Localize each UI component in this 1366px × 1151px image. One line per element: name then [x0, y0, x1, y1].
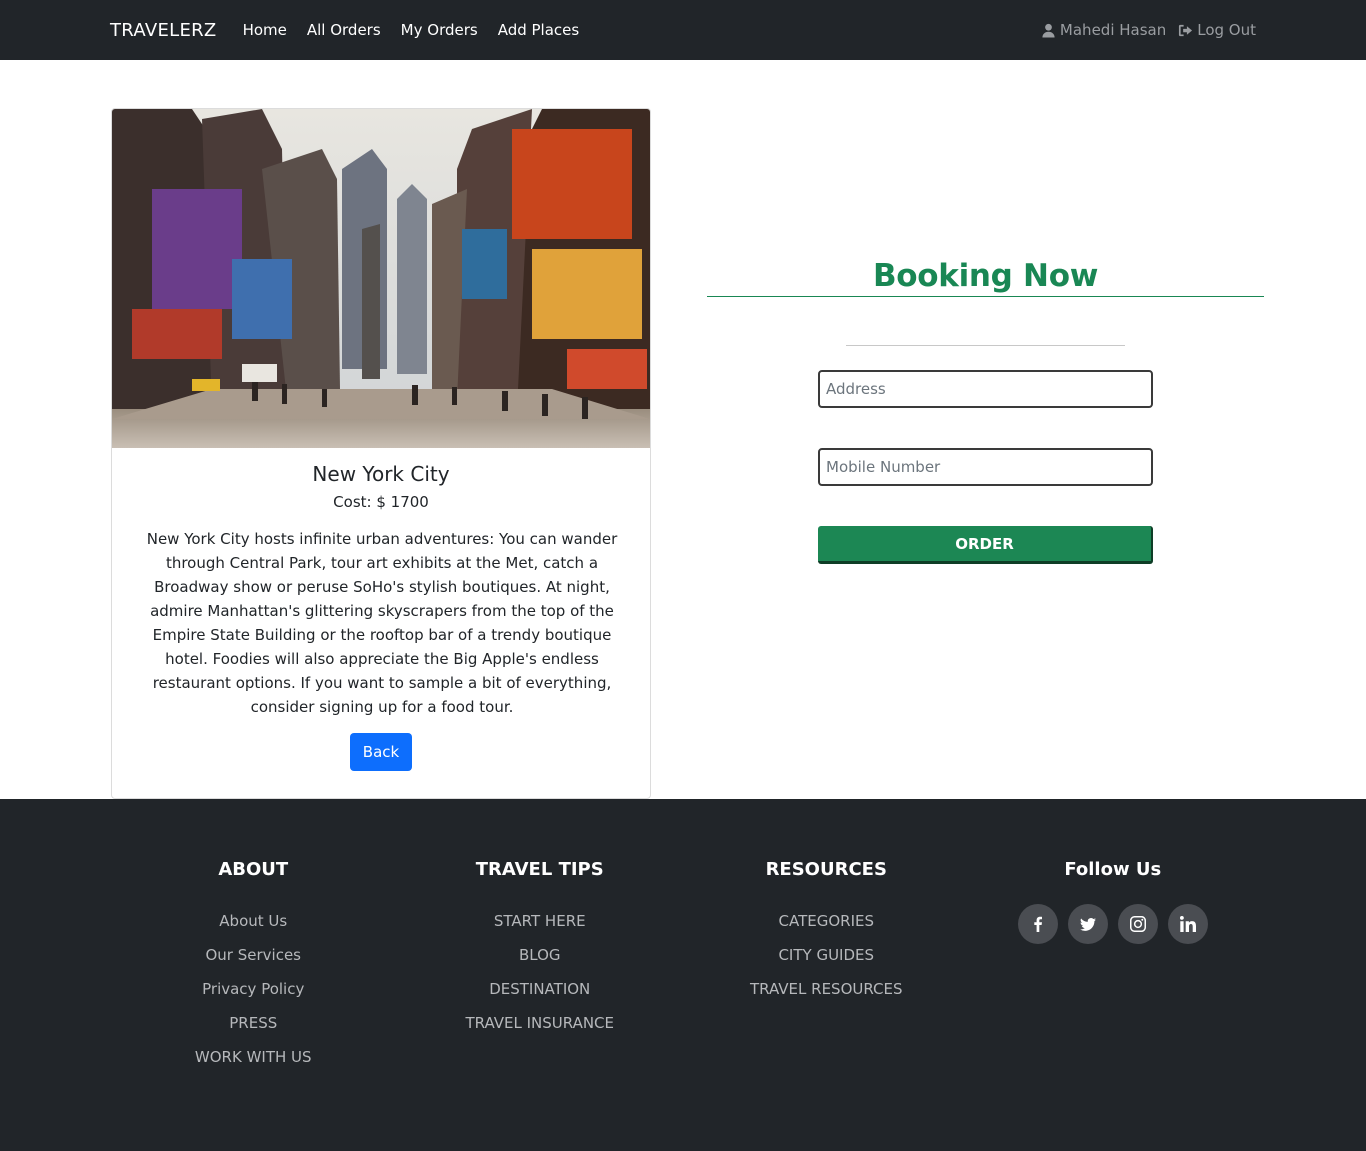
order-button[interactable]: ORDER — [818, 526, 1153, 564]
footer-follow-heading: Follow Us — [1064, 859, 1162, 880]
linkedin-icon[interactable] — [1167, 904, 1208, 944]
user-icon — [1042, 23, 1055, 38]
site-footer: ABOUT About Us Our Services Privacy Poli… — [0, 799, 1366, 1151]
place-card: New York City Cost: $ 1700 New York City… — [111, 108, 651, 799]
footer-link-travel-resources[interactable]: TRAVEL RESOURCES — [683, 972, 970, 1006]
back-button[interactable]: Back — [349, 733, 413, 771]
footer-link-city-guides[interactable]: CITY GUIDES — [683, 938, 970, 972]
booking-divider — [846, 345, 1125, 346]
input-spacer — [707, 408, 1264, 448]
footer-travel-tips-heading: TRAVEL TIPS — [475, 859, 604, 880]
address-input[interactable] — [818, 370, 1153, 408]
footer-link-destination[interactable]: DESTINATION — [397, 972, 684, 1006]
footer-travel-tips-list: START HERE BLOG DESTINATION TRAVEL INSUR… — [397, 904, 684, 1040]
user-name[interactable]: Mahedi Hasan — [1041, 21, 1166, 39]
place-cost: Cost: $ 1700 — [333, 493, 429, 511]
twitter-icon[interactable] — [1067, 904, 1108, 944]
footer-resources-heading: RESOURCES — [765, 859, 887, 880]
logout-label: Log Out — [1197, 21, 1256, 39]
footer-link-privacy-policy[interactable]: Privacy Policy — [110, 972, 397, 1006]
footer-link-press[interactable]: PRESS — [110, 1006, 397, 1040]
footer-about-column: ABOUT About Us Our Services Privacy Poli… — [110, 799, 397, 1151]
nav-my-orders-link[interactable]: My Orders — [401, 21, 478, 39]
footer-about-list: About Us Our Services Privacy Policy PRE… — [110, 904, 397, 1074]
place-image — [112, 109, 650, 448]
footer-follow-column: Follow Us — [970, 799, 1257, 1151]
booking-title: Booking Now — [707, 258, 1264, 297]
main-content: New York City Cost: $ 1700 New York City… — [0, 60, 1366, 799]
footer-resources-column: RESOURCES CATEGORIES CITY GUIDES TRAVEL … — [683, 799, 970, 1151]
social-links — [970, 904, 1257, 944]
footer-link-work-with-us[interactable]: WORK WITH US — [110, 1040, 397, 1074]
nav-home-link[interactable]: Home — [243, 21, 287, 39]
footer-link-categories[interactable]: CATEGORIES — [683, 904, 970, 938]
facebook-icon[interactable] — [1017, 904, 1058, 944]
logout-button[interactable]: Log Out — [1178, 21, 1256, 39]
place-description: New York City hosts infinite urban adven… — [146, 530, 618, 716]
place-title: New York City — [312, 462, 450, 486]
mobile-number-input[interactable] — [818, 448, 1153, 486]
footer-link-blog[interactable]: BLOG — [397, 938, 684, 972]
footer-link-start-here[interactable]: START HERE — [397, 904, 684, 938]
footer-travel-tips-column: TRAVEL TIPS START HERE BLOG DESTINATION … — [397, 799, 684, 1151]
nav-add-places-link[interactable]: Add Places — [498, 21, 580, 39]
footer-resources-list: CATEGORIES CITY GUIDES TRAVEL RESOURCES — [683, 904, 970, 1006]
brand-logo[interactable]: TRAVELERZ — [110, 20, 217, 41]
footer-link-our-services[interactable]: Our Services — [110, 938, 397, 972]
top-navbar: TRAVELERZ Home All Orders My Orders Add … — [0, 0, 1366, 60]
booking-form: Booking Now ORDER — [707, 258, 1264, 564]
place-card-body: New York City Cost: $ 1700 New York City… — [112, 448, 650, 771]
nav-links: Home All Orders My Orders Add Places — [243, 21, 580, 39]
footer-link-about-us[interactable]: About Us — [110, 904, 397, 938]
nav-user-area: Mahedi Hasan Log Out — [1041, 21, 1256, 39]
instagram-icon[interactable] — [1117, 904, 1158, 944]
footer-link-travel-insurance[interactable]: TRAVEL INSURANCE — [397, 1006, 684, 1040]
logout-icon — [1179, 24, 1193, 36]
footer-about-heading: ABOUT — [218, 859, 289, 880]
nav-all-orders-link[interactable]: All Orders — [307, 21, 381, 39]
user-name-label: Mahedi Hasan — [1059, 21, 1167, 39]
